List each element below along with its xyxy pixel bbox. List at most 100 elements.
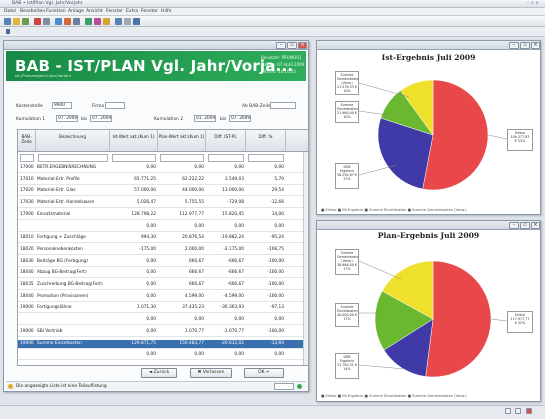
column-header-diff[interactable]: Diff. IST-PL [206,130,246,152]
menu-item-extra[interactable]: Extra [126,9,138,14]
pie-callout-text: Erlöse 117.977,77 € 52% [507,311,533,333]
table-row[interactable]: 18010 Fertigung + Zuschläge 994,30 20.876,5… [18,234,308,244]
table-cell: 57.000,00 [134,188,156,194]
ok-button[interactable]: OK ↵ [244,368,284,378]
cut-icon[interactable] [64,18,71,25]
plan-chart-minimize-button[interactable]: – [509,222,519,229]
chart-icon[interactable] [103,18,110,25]
filter-bab-zeile[interactable] [20,154,34,162]
pie-callout-label: Summe Einzelkosten 40.000,00 € 17% [335,303,359,327]
column-header-plan-wert[interactable]: Plan-Wert akt.(Kum 1) [158,130,206,152]
table-row[interactable]: 17000 BETR.ERGEBNISRECHNUNG 0,00 0,00 0,00 0,… [18,164,308,173]
table-row[interactable]: 19000 Summe Einzelkosten 129.871,75 150.483… [18,339,308,349]
filter-bezeichnung[interactable] [38,154,108,162]
filter-icon[interactable] [94,18,101,25]
table-cell: 0,00 [146,317,156,323]
table-cell: 0,00 [194,223,204,229]
table-row[interactable]: 0,00 0,00 0,00 0,00 [18,223,308,232]
kostenstelle-field[interactable]: 9900 [52,102,72,109]
open-icon[interactable] [13,18,20,25]
table-cell: 13.000,00 [222,188,244,194]
menu-item-ansicht[interactable]: Ansicht [86,9,103,14]
filter-diff[interactable] [208,154,244,162]
new-icon[interactable] [4,18,11,25]
kumulation1-from-field[interactable]: 07. 2009 [56,115,78,122]
table-row[interactable]: 0,00 0,00 0,00 0,00 [18,351,308,361]
table-row[interactable]: 19000 SBI Vertrieb 0,00 1.070,77 -1.070,77 -1… [18,328,308,337]
ist-chart-minimize-button[interactable]: – [509,42,519,49]
column-header-diff-percent[interactable]: Diff. % [246,130,286,152]
help-icon[interactable] [133,18,140,25]
ist-chart-close-button[interactable]: × [531,42,540,49]
taskbar-button-2[interactable] [515,408,521,414]
table-cell: Einsatzmaterial [37,211,71,217]
kumulation2-to-field[interactable]: 07. 2009 [229,115,251,122]
back-button[interactable]: ◄ Zurück [141,368,177,378]
table-cell: 0,00 [146,258,156,264]
menu-item-bearbeiten[interactable]: Bearbeiten [20,9,45,14]
ist-chart-title: Ist-Ergebnis Juli 2009 [381,53,476,62]
refresh-icon[interactable] [85,18,92,25]
table-row[interactable]: 19000 Fertigungslöhne 1.071,30 37.435,23 -36… [18,304,308,314]
settings-icon[interactable] [124,18,131,25]
column-header-bab-zeile[interactable]: BAB-Zeile [18,130,36,152]
table-cell: 0,00 [274,165,284,170]
vertical-scrollbar[interactable] [303,152,308,365]
print-icon[interactable] [43,18,50,25]
nav-arrow-icon[interactable] [6,29,10,34]
table-cell: 29,54 [271,188,284,194]
table-cell: 0,00 [146,293,156,299]
menu-item-fenster[interactable]: Fenster [106,9,123,14]
table-cell: Abzug BG-Beitrag(Fert) [37,270,87,276]
save-icon[interactable] [22,18,29,25]
plan-chart-close-button[interactable]: × [531,222,540,229]
menu-item-fenster-2[interactable]: Fenster [141,9,158,14]
taskbar [0,405,545,419]
ist-chart-maximize-button[interactable]: ▫ [520,42,530,49]
maximize-button[interactable]: ▫ [287,42,297,49]
table-row[interactable]: 18030 Beiträge BG (Fertigung) 0,00 666,67 -6… [18,258,308,267]
taskbar-close-button[interactable] [526,408,532,414]
plan-chart-maximize-button[interactable]: ▫ [520,222,530,229]
menu-item-anlage[interactable]: Anlage [68,9,84,14]
table-row[interactable]: 17010 Material-Ertr. Profile 65.771,25 62.2… [18,176,308,185]
results-table: BAB-Zeile Bezeichnung Ist-Wert akt.(Kum … [17,129,309,366]
filter-ist-wert[interactable] [112,154,156,162]
ist-chart-title-bar: – ▫ × [317,41,540,50]
minimize-button[interactable]: – [276,42,286,49]
search-icon[interactable] [55,18,62,25]
ab-bab-zeile-field[interactable] [270,102,296,109]
delete-icon[interactable] [34,18,41,25]
table-row[interactable]: 17020 Material-Ertr. Glas 57.000,00 44.000,… [18,187,308,197]
table-row[interactable]: 18035 Zuschreibung BG-Beitrag(Fert) 0,00 66… [18,281,308,290]
close-button[interactable]: × [298,42,307,49]
filter-diff-percent[interactable] [248,154,284,162]
exit-button[interactable]: ✖ Verlassen [190,368,232,378]
column-header-ist-wert[interactable]: Ist-Wert akt.(Kum 1) [110,130,158,152]
table-cell: 17000 [20,211,34,217]
kumulation2-from-field[interactable]: 01. 2009 [194,115,216,122]
menu-item-datei[interactable]: Datei [4,9,16,14]
menu-item-funktion[interactable]: Funktion [46,9,66,14]
table-cell: Material-Ertr. Handelsware [37,200,95,206]
kumulation1-to-field[interactable]: 07. 2009 [90,115,112,122]
table-row[interactable]: 18020 Personalnebenkosten -175,00 2.000,00 -… [18,246,308,255]
filter-plan-wert[interactable] [160,154,204,162]
table-cell: 666,67 [188,258,204,264]
column-header-bezeichnung[interactable]: Bezeichnung [36,130,110,152]
window-controls[interactable]: – ▫ × [527,1,539,6]
status-dropdown[interactable] [274,383,294,390]
table-row[interactable]: 18040 Abzug BG-Beitrag(Fert) 0,00 666,67 -66… [18,269,308,279]
taskbar-button-1[interactable] [505,408,511,414]
table-row[interactable]: 18040 Promotion (Provisionen) 0,00 4.599,00… [18,293,308,302]
table-cell: -666,67 [227,258,244,264]
copy-icon[interactable] [73,18,80,25]
firma-field[interactable] [105,102,125,109]
table-row[interactable]: 0,00 0,00 0,00 0,00 [18,316,308,326]
table-row[interactable]: 17000 Einsatzmaterial 128.798,22 112.977,77… [18,211,308,220]
table-row[interactable]: 17030 Material-Ertr. Handelsware 5.026,47 5… [18,199,308,209]
table-cell: 44.000,00 [182,188,204,194]
plan-chart-title-bar: – ▫ × [317,221,540,230]
menu-item-hilfe[interactable]: Hilfe [161,9,171,14]
table-icon[interactable] [115,18,122,25]
